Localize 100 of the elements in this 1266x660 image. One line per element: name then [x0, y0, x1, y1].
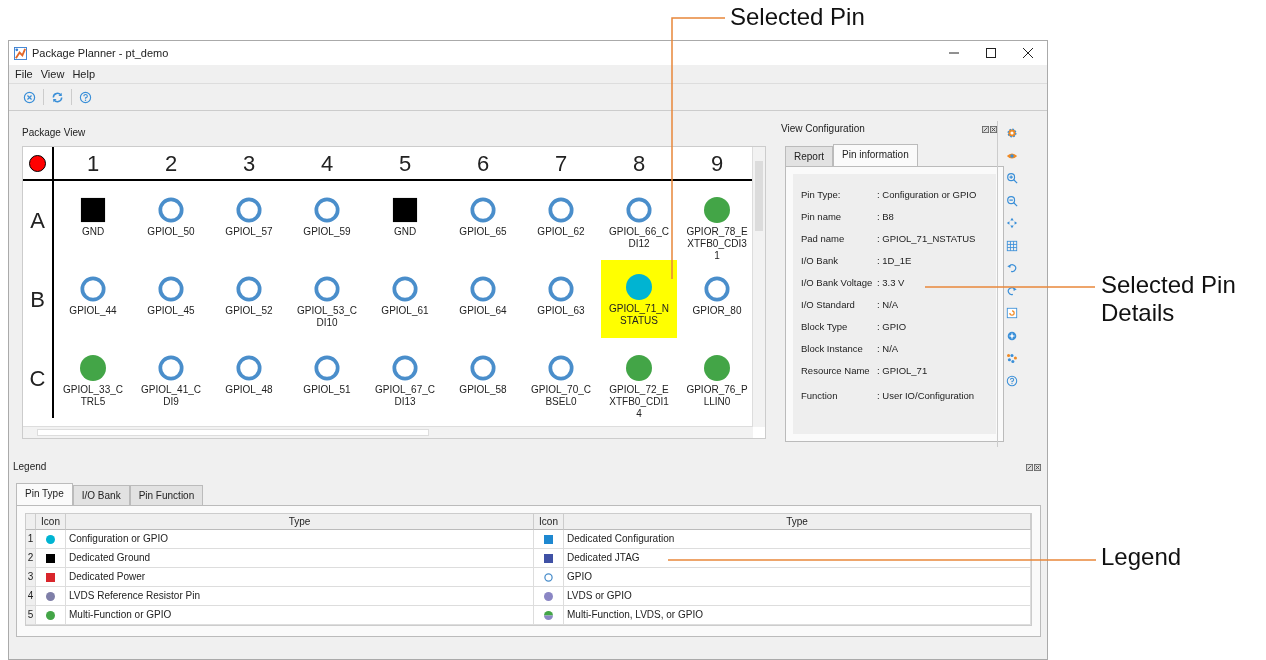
- pin-label: GPIOL_48: [224, 384, 274, 396]
- row-number: 3: [26, 568, 36, 587]
- field-label: I/O Bank Voltage: [801, 276, 874, 290]
- pin-label: GPIOL_67_CDI13: [374, 384, 436, 408]
- pin-label: GPIOL_63: [536, 305, 586, 317]
- field-value: : B8: [877, 210, 894, 224]
- pin[interactable]: GPIOR_76_PLLIN0: [679, 339, 753, 408]
- pin-label: GND: [392, 226, 418, 238]
- pin-label: GPIOL_44: [68, 305, 118, 317]
- pin[interactable]: GPIOL_58: [445, 339, 521, 396]
- pin[interactable]: GPIOL_65: [445, 181, 521, 238]
- column-header: Icon: [534, 514, 564, 530]
- tab[interactable]: Pin Type: [16, 483, 73, 505]
- pin-label: GPIOL_66_CDI12: [608, 226, 670, 250]
- tab[interactable]: I/O Bank: [72, 485, 130, 505]
- tab[interactable]: Pin information: [833, 144, 918, 166]
- pin[interactable]: GPIOL_63: [523, 260, 599, 317]
- pin[interactable]: GPIOL_71_NSTATUS: [601, 260, 677, 338]
- menu-item[interactable]: View: [40, 68, 65, 80]
- row-number: 4: [26, 587, 36, 606]
- menu-item[interactable]: File: [15, 68, 33, 80]
- pin[interactable]: GPIOL_66_CDI12: [601, 181, 677, 250]
- pin[interactable]: GPIOL_72_EXTFB0_CDI14: [601, 339, 677, 420]
- column-number: 2: [132, 147, 210, 181]
- row-number: 5: [26, 606, 36, 625]
- panel-title: View Configuration: [781, 123, 865, 135]
- table-cell: Dedicated Ground: [66, 549, 534, 568]
- table-cell: GPIO: [564, 568, 1031, 587]
- field-label: Pin name: [801, 210, 843, 224]
- pin-label: GPIOL_65: [458, 226, 508, 238]
- panel-title: Package View: [22, 127, 87, 139]
- field-value: : N/A: [877, 298, 899, 312]
- column-number: 3: [210, 147, 288, 181]
- field-value: : N/A: [877, 342, 899, 356]
- table-cell: Dedicated Configuration: [564, 530, 1031, 549]
- pin-label: GPIOL_50: [146, 226, 196, 238]
- callout-label: Selected Pin: [730, 3, 865, 31]
- column-header: Type: [66, 514, 534, 530]
- pin-label: GPIOR_78_EXTFB0_CDI31: [686, 226, 748, 262]
- pin[interactable]: GPIOL_48: [211, 339, 287, 396]
- field-label: I/O Standard: [801, 298, 856, 312]
- pin[interactable]: GPIOL_62: [523, 181, 599, 238]
- column-header: Type: [564, 514, 1031, 530]
- pin[interactable]: GPIOL_53_CDI10: [289, 260, 365, 329]
- pin-label: GPIOL_64: [458, 305, 508, 317]
- pin[interactable]: GPIOL_57: [211, 181, 287, 238]
- pin[interactable]: GPIOL_59: [289, 181, 365, 238]
- pin-label: GPIOL_62: [536, 226, 586, 238]
- pin[interactable]: GPIOR_80: [679, 260, 753, 317]
- field-value: : 1D_1E: [877, 254, 912, 268]
- field-label: Block Type: [801, 320, 849, 334]
- column-header: Icon: [36, 514, 66, 530]
- field-label: I/O Bank: [801, 254, 839, 268]
- pin[interactable]: GPIOL_52: [211, 260, 287, 317]
- table-cell: Dedicated Power: [66, 568, 534, 587]
- table-cell: LVDS Reference Resistor Pin: [66, 587, 534, 606]
- pin[interactable]: GND: [367, 181, 443, 238]
- field-label: Function: [801, 389, 839, 403]
- pin[interactable]: GPIOL_33_CTRL5: [55, 339, 131, 408]
- window-title: Package Planner - pt_demo: [32, 47, 169, 59]
- panel-title: Legend: [13, 461, 47, 473]
- column-number: 4: [288, 147, 366, 181]
- row-letter: C: [23, 339, 54, 418]
- pin[interactable]: GPIOL_41_CDI9: [133, 339, 209, 408]
- pin[interactable]: GPIOL_64: [445, 260, 521, 317]
- field-value: : GPIOL_71: [877, 364, 928, 378]
- row-letter: B: [23, 260, 54, 339]
- pin[interactable]: GPIOL_44: [55, 260, 131, 317]
- field-value: : Configuration or GPIO: [877, 188, 977, 202]
- column-number: 6: [444, 147, 522, 181]
- table-cell: Multi-Function, LVDS, or GPIO: [564, 606, 1031, 625]
- pin-label: GPIOL_59: [302, 226, 352, 238]
- pin-label: GPIOL_45: [146, 305, 196, 317]
- pin[interactable]: GPIOL_45: [133, 260, 209, 317]
- tab[interactable]: Report: [785, 146, 833, 166]
- column-number: 8: [600, 147, 678, 181]
- menu-item[interactable]: Help: [72, 68, 95, 80]
- tab[interactable]: Pin Function: [129, 485, 204, 505]
- pin[interactable]: GPIOR_78_EXTFB0_CDI31: [679, 181, 753, 262]
- pin[interactable]: GPIOL_50: [133, 181, 209, 238]
- pin[interactable]: GND: [55, 181, 131, 238]
- field-label: Resource Name: [801, 364, 871, 378]
- table-cell: Configuration or GPIO: [66, 530, 534, 549]
- row-number: 2: [26, 549, 36, 568]
- pin-label: GPIOL_52: [224, 305, 274, 317]
- pin-label: GND: [80, 226, 106, 238]
- row-letter: A: [23, 181, 54, 260]
- pin-label: GPIOR_80: [691, 305, 743, 317]
- field-label: Pad name: [801, 232, 846, 246]
- pin[interactable]: GPIOL_51: [289, 339, 365, 396]
- pin-label: GPIOL_70_CBSEL0: [530, 384, 592, 408]
- pin-label: GPIOL_61: [380, 305, 430, 317]
- field-value: : 3.3 V: [877, 276, 905, 290]
- pin[interactable]: GPIOL_67_CDI13: [367, 339, 443, 408]
- pin[interactable]: GPIOL_70_CBSEL0: [523, 339, 599, 408]
- row-number: 1: [26, 530, 36, 549]
- pin[interactable]: GPIOL_61: [367, 260, 443, 317]
- pin-label: GPIOL_41_CDI9: [140, 384, 202, 408]
- table-cell: LVDS or GPIO: [564, 587, 1031, 606]
- field-label: Block Instance: [801, 342, 864, 356]
